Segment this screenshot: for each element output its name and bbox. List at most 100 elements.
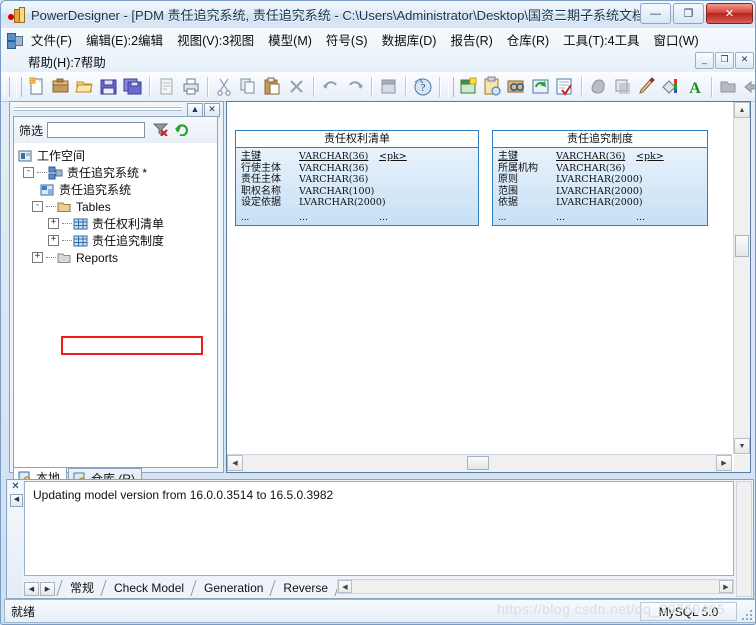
table-row: 主键 VARCHAR(36) <pk> [241,151,473,163]
help-icon[interactable]: ? [412,76,434,98]
mdi-minimize-button[interactable]: _ [695,52,714,69]
output-tab-general[interactable]: 常规 [64,580,100,596]
refresh-icon[interactable] [530,76,552,98]
print-icon[interactable] [180,76,202,98]
open-folder-icon[interactable] [74,76,96,98]
tree-node-tables[interactable]: - Tables [14,198,217,215]
menu-item-help[interactable]: 帮助(H):7帮助 [21,50,113,73]
column-name: 职权名称 [241,185,281,197]
output-scroll-left-arrow[interactable]: ◀ [338,580,352,593]
browser-close-button[interactable]: ✕ [204,103,220,117]
resize-grip[interactable] [740,608,752,620]
filter-clear-icon[interactable] [152,122,169,139]
output-scroll-up-button[interactable]: ◀ [10,494,23,507]
brush-icon[interactable] [636,76,658,98]
print-preview-icon[interactable] [156,76,178,98]
menu-item-database[interactable]: 数据库(D) [375,28,444,51]
browser-collapse-button[interactable]: ▲ [187,103,203,117]
menu-grip-icon[interactable] [6,32,23,49]
output-tab-generation[interactable]: Generation [198,580,269,596]
scroll-up-arrow[interactable]: ▲ [734,102,750,118]
menu-item-edit[interactable]: 编辑(E):2编辑 [79,28,170,51]
undo-icon[interactable] [320,76,342,98]
menu-item-model[interactable]: 模型(M) [261,28,319,51]
browse-icon[interactable] [506,76,528,98]
close-button[interactable]: ✕ [706,3,753,24]
toolbar-grip-2[interactable] [16,76,22,97]
table-icon-2 [73,234,89,248]
tree-expander-table-1[interactable]: + [48,218,59,229]
output-tab-next-button[interactable]: ▶ [40,582,55,596]
save-icon[interactable] [98,76,120,98]
output-close-button[interactable]: ✕ [10,482,21,493]
status-text: 就绪 [11,604,36,619]
mdi-close-button[interactable]: ✕ [735,52,754,69]
tree-expander-model[interactable]: - [23,167,34,178]
tree-node-reports[interactable]: + Reports [14,249,217,266]
mdi-restore-button[interactable]: ❐ [715,52,734,69]
fill-shape-icon[interactable] [588,76,610,98]
output-tab-check-model[interactable]: Check Model [108,580,190,596]
entity-table-2[interactable]: 责任追究制度 主键 VARCHAR(36) <pk> 所属机构 VARCHAR(… [492,130,708,226]
new-diagram-icon[interactable] [458,76,480,98]
tree-node-workspace[interactable]: 工作空间 [14,147,217,164]
new-icon[interactable] [26,76,48,98]
shadow-icon[interactable] [612,76,634,98]
minimize-button[interactable]: — [640,3,671,24]
menu-item-file[interactable]: 文件(F) [24,28,79,51]
clipboard-icon[interactable] [482,76,504,98]
filter-input[interactable] [47,122,146,138]
tree-node-model[interactable]: - 责任追究系统 * [14,164,217,181]
entity-table-1[interactable]: 责任权利清单 主键 VARCHAR(36) <pk> 行使主体 VARCHAR(… [235,130,479,226]
window-controls: — ❐ ✕ [640,3,753,24]
refresh-green-icon[interactable] [174,122,189,139]
table-row: 主键 VARCHAR(36) <pk> [498,151,702,163]
scroll-left-arrow[interactable]: ◀ [227,455,243,471]
diagram-canvas[interactable]: 责任权利清单 主键 VARCHAR(36) <pk> 行使主体 VARCHAR(… [227,102,732,454]
object-tree[interactable]: 工作空间 - 责任追究系统 * 责任追究系统 - Tables + 责任权利清单… [14,143,217,465]
tree-expander-reports[interactable]: + [32,252,43,263]
back-arrow-icon[interactable] [742,76,755,98]
delete-icon[interactable] [286,76,308,98]
save-all-icon[interactable] [122,76,144,98]
copy-icon[interactable] [238,76,260,98]
output-scroll-right-arrow[interactable]: ▶ [719,580,733,593]
maximize-button[interactable]: ❐ [673,3,704,24]
tree-expander-tables[interactable]: - [32,201,43,212]
output-tab-reverse[interactable]: Reverse [277,580,334,596]
canvas-horizontal-scrollbar[interactable]: ◀ ▶ [227,454,732,472]
cut-icon[interactable] [214,76,236,98]
output-horizontal-scrollbar[interactable]: ◀ ▶ [337,579,734,594]
menu-item-tools[interactable]: 工具(T):4工具 [556,28,646,51]
column-name: 依据 [498,197,518,208]
tree-node-table-2[interactable]: + 责任追究制度 [14,232,217,249]
scroll-down-arrow[interactable]: ▼ [734,438,750,454]
tree-node-table-1[interactable]: + 责任权利清单 [14,215,217,232]
paste-icon[interactable] [262,76,284,98]
properties-icon[interactable] [378,76,400,98]
menu-item-view[interactable]: 视图(V):3视图 [170,28,261,51]
menu-item-report[interactable]: 报告(R) [443,28,499,51]
menu-item-window[interactable]: 窗口(W) [647,28,706,51]
scroll-right-arrow[interactable]: ▶ [716,455,732,471]
redo-icon[interactable] [344,76,366,98]
menu-item-repository[interactable]: 仓库(R) [500,28,556,51]
tree-node-diagram[interactable]: 责任追究系统 [14,181,217,198]
font-icon[interactable]: A [684,76,706,98]
output-tab-prev-button[interactable]: ◀ [24,582,39,596]
open-workspace-icon[interactable] [50,76,72,98]
toolbar-grip[interactable] [4,76,10,97]
folder-grey-icon[interactable] [718,76,740,98]
horizontal-scroll-thumb[interactable] [467,456,489,470]
canvas-vertical-scrollbar[interactable]: ▲ ▼ [733,102,750,454]
toolbar-grip-3[interactable] [448,76,454,97]
vertical-scroll-thumb[interactable] [735,235,749,257]
check-model-icon[interactable] [554,76,576,98]
paint-bucket-icon[interactable] [660,76,682,98]
browser-panel-titlebar[interactable]: ▲ ✕ [10,102,223,117]
tree-expander-table-2[interactable]: + [48,235,59,246]
tree-label-table-2: 责任追究制度 [92,234,165,248]
menu-item-symbol[interactable]: 符号(S) [319,28,375,51]
output-vertical-scrollbar[interactable] [736,481,752,597]
column-name: 原则 [498,174,518,185]
